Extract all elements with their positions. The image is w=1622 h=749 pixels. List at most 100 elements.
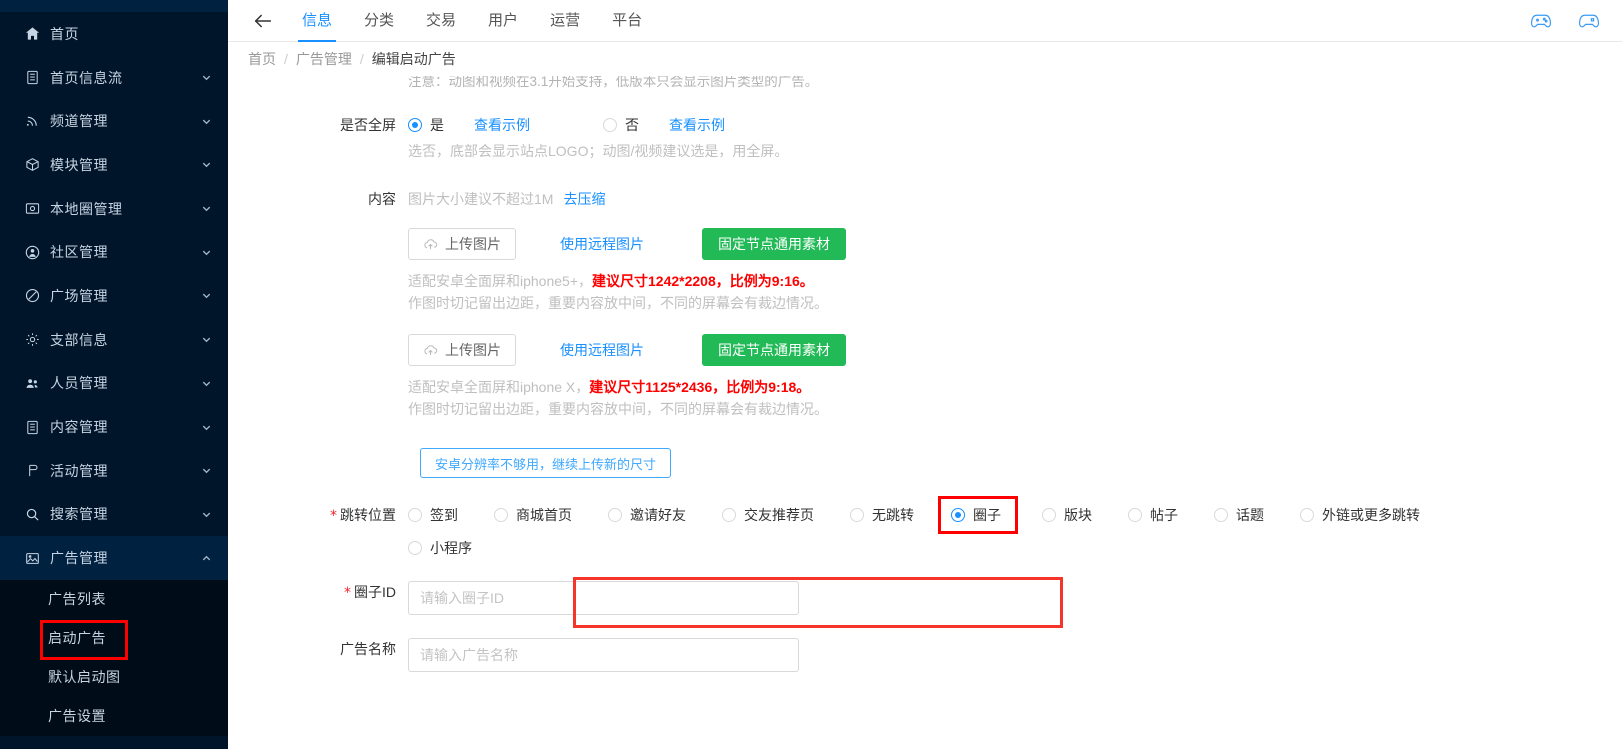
upload-image-button-2[interactable]: 上传图片 xyxy=(408,334,516,366)
tab-transaction[interactable]: 交易 xyxy=(410,0,472,42)
upload-image-button-1[interactable]: 上传图片 xyxy=(408,228,516,260)
sidebar-item-localcircle[interactable]: 本地圈管理 xyxy=(0,187,228,231)
circle-id-label-col: * 圈子ID xyxy=(228,581,408,604)
tab-info[interactable]: 信息 xyxy=(286,0,348,42)
fullscreen-radio-no[interactable]: 否 xyxy=(603,115,639,135)
radio-dot-icon xyxy=(1128,508,1142,522)
required-asterisk: * xyxy=(344,585,351,601)
form-content: 注意：动图和视频在3.1开始支持，低版本只会显示图片类型的广告。 是否全屏 是 … xyxy=(228,76,1622,749)
remote-image-link-2[interactable]: 使用远程图片 xyxy=(560,340,644,360)
jump-radio-friend-recommend[interactable]: 交友推荐页 xyxy=(722,505,814,525)
view-example-link-no[interactable]: 查看示例 xyxy=(669,115,725,135)
jump-radio-no-jump[interactable]: 无跳转 xyxy=(850,505,914,525)
breadcrumb-separator: / xyxy=(359,51,364,67)
jump-radio-checkin[interactable]: 签到 xyxy=(408,505,458,525)
jump-radio-mall-home[interactable]: 商城首页 xyxy=(494,505,572,525)
radio-dot-icon xyxy=(494,508,508,522)
sidebar-item-advertising[interactable]: 广告管理 xyxy=(0,536,228,580)
jump-radio-external-link[interactable]: 外链或更多跳转 xyxy=(1300,505,1420,525)
jump-radio-invite-friend[interactable]: 邀请好友 xyxy=(608,505,686,525)
radio-label: 商城首页 xyxy=(516,507,572,523)
sidebar: 首页 首页信息流 频道管理 模块管理 本地圈管理 社区管理 广场管理 支部信息 … xyxy=(0,0,228,749)
radio-dot-icon xyxy=(850,508,864,522)
chevron-down-icon xyxy=(200,421,212,433)
card-icon xyxy=(24,201,40,217)
tab-operation[interactable]: 运营 xyxy=(534,0,596,42)
people-icon xyxy=(24,375,40,391)
upload-cloud-icon xyxy=(423,238,438,251)
sidebar-item-module[interactable]: 模块管理 xyxy=(0,143,228,187)
upload-hint-prefix-1: 适配安卓全面屏和iphone5+， xyxy=(408,273,593,289)
sidebar-item-channel[interactable]: 频道管理 xyxy=(0,99,228,143)
radio-dot-icon xyxy=(951,508,965,522)
sidebar-item-branch[interactable]: 支部信息 xyxy=(0,318,228,362)
upload-cloud-icon xyxy=(423,344,438,357)
back-arrow-icon[interactable] xyxy=(248,6,278,36)
gamepad-alt-icon[interactable] xyxy=(1578,13,1600,29)
ad-name-input[interactable] xyxy=(408,638,799,672)
topnav-right-icons xyxy=(1530,13,1606,29)
chevron-down-icon xyxy=(200,72,212,84)
submenu-item-ad-settings[interactable]: 广告设置 xyxy=(0,697,228,736)
add-resolution-button[interactable]: 安卓分辨率不够用，继续上传新的尺寸 xyxy=(420,448,672,478)
jump-position-field: 签到 商城首页 邀请好友 交友推荐页 无跳转 圈子 版块 帖子 话题 外链或更多… xyxy=(408,496,1622,559)
radio-dot-icon xyxy=(408,508,422,522)
sidebar-item-activity[interactable]: 活动管理 xyxy=(0,449,228,493)
radio-label: 小程序 xyxy=(430,540,472,556)
radio-label: 无跳转 xyxy=(872,507,914,523)
radio-label: 是 xyxy=(430,117,444,133)
sidebar-item-home[interactable]: 首页 xyxy=(0,12,228,56)
breadcrumb: 首页 / 广告管理 / 编辑启动广告 xyxy=(228,42,1622,76)
flag-icon xyxy=(24,463,40,479)
sidebar-item-staff[interactable]: 人员管理 xyxy=(0,362,228,406)
submenu-item-startup-ad[interactable]: 启动广告 xyxy=(0,619,228,660)
user-circle-icon xyxy=(24,244,40,260)
sidebar-item-community[interactable]: 社区管理 xyxy=(0,230,228,274)
remote-image-link-1[interactable]: 使用远程图片 xyxy=(560,234,644,254)
tab-user[interactable]: 用户 xyxy=(472,0,534,42)
compress-link[interactable]: 去压缩 xyxy=(563,189,605,209)
upload-button-label: 上传图片 xyxy=(445,342,501,358)
ad-name-label: 广告名称 xyxy=(340,641,396,657)
radio-label: 版块 xyxy=(1064,507,1092,523)
sidebar-item-label: 频道管理 xyxy=(50,113,108,130)
jump-position-row: * 跳转位置 签到 商城首页 邀请好友 交友推荐页 无跳转 圈子 版块 帖子 话… xyxy=(228,496,1622,559)
video-support-note: 注意：动图和视频在3.1开始支持，低版本只会显示图片类型的广告。 xyxy=(408,76,819,89)
view-example-link-yes[interactable]: 查看示例 xyxy=(474,115,530,135)
breadcrumb-item-ad-management[interactable]: 广告管理 xyxy=(296,49,352,69)
sidebar-item-search[interactable]: 搜索管理 xyxy=(0,493,228,537)
sidebar-item-content[interactable]: 内容管理 xyxy=(0,405,228,449)
jump-radio-miniprogram[interactable]: 小程序 xyxy=(408,538,472,558)
jump-position-label: 跳转位置 xyxy=(340,507,396,523)
fixed-node-material-button-1[interactable]: 固定节点通用素材 xyxy=(702,228,846,260)
content-row: 内容 图片大小建议不超过1M 去压缩 xyxy=(228,188,1622,210)
radio-dot-icon xyxy=(408,541,422,555)
chevron-up-icon xyxy=(200,552,212,564)
gamepad-icon[interactable] xyxy=(1530,13,1552,29)
sidebar-item-label: 内容管理 xyxy=(50,419,108,436)
upload-block-2-field: 上传图片 使用远程图片 固定节点通用素材 适配安卓全面屏和iphone X，建议… xyxy=(408,334,1622,420)
chevron-down-icon xyxy=(200,203,212,215)
doc-icon xyxy=(24,419,40,435)
jump-radio-circle[interactable]: 圈子 xyxy=(938,496,1018,534)
submenu-item-ad-list[interactable]: 广告列表 xyxy=(0,580,228,619)
circle-id-input[interactable] xyxy=(408,581,799,615)
tab-platform[interactable]: 平台 xyxy=(596,0,658,42)
chevron-down-icon xyxy=(200,159,212,171)
search-icon xyxy=(24,506,40,522)
required-asterisk: * xyxy=(330,508,337,524)
upload-block-2: 上传图片 使用远程图片 固定节点通用素材 适配安卓全面屏和iphone X，建议… xyxy=(228,334,1622,420)
submenu-item-default-splash[interactable]: 默认启动图 xyxy=(0,658,228,697)
fullscreen-radio-yes[interactable]: 是 xyxy=(408,115,444,135)
jump-radio-topic[interactable]: 话题 xyxy=(1214,505,1264,525)
sidebar-item-label: 支部信息 xyxy=(50,331,108,348)
sidebar-item-feed[interactable]: 首页信息流 xyxy=(0,56,228,100)
jump-radio-board[interactable]: 版块 xyxy=(1042,505,1092,525)
tab-category[interactable]: 分类 xyxy=(348,0,410,42)
radio-label: 交友推荐页 xyxy=(744,507,814,523)
radio-dot-icon xyxy=(408,118,422,132)
breadcrumb-item-home[interactable]: 首页 xyxy=(248,49,276,69)
sidebar-item-square[interactable]: 广场管理 xyxy=(0,274,228,318)
fixed-node-material-button-2[interactable]: 固定节点通用素材 xyxy=(702,334,846,366)
jump-radio-post[interactable]: 帖子 xyxy=(1128,505,1178,525)
